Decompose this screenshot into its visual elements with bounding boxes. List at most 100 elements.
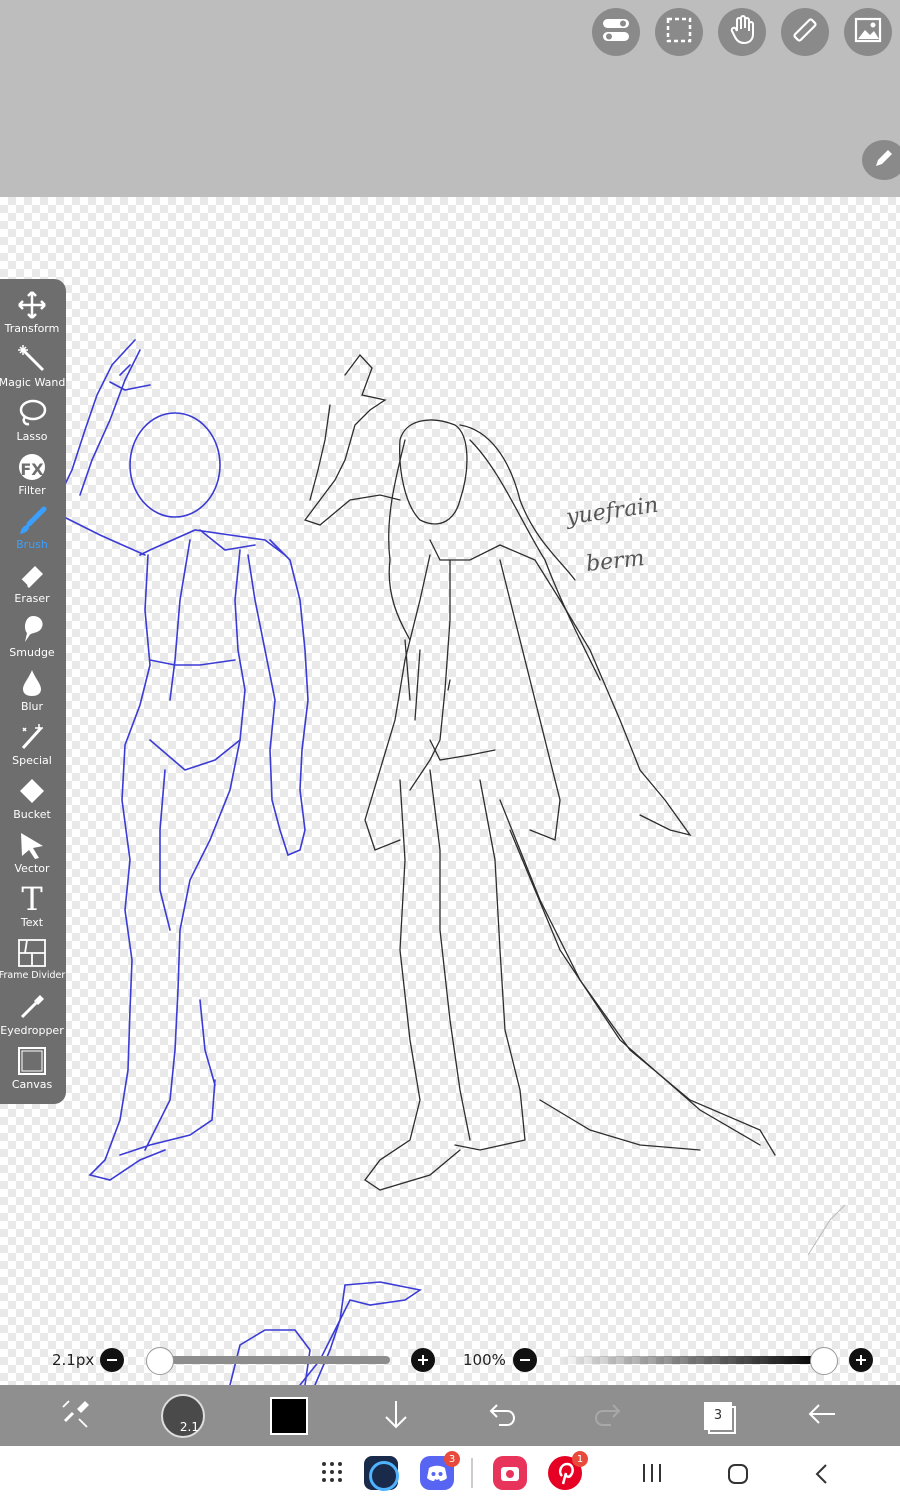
chevron-left-icon [812,1464,832,1490]
tool-canvas[interactable]: Canvas [0,1041,64,1095]
reference-image-button[interactable] [844,8,892,56]
plus-icon [417,1351,429,1370]
tool-magic-wand[interactable]: Magic Wand [0,339,66,393]
camera-app-icon[interactable] [493,1456,527,1490]
drawing-canvas[interactable]: yuefrain berm [0,197,900,1385]
undo-icon [487,1401,517,1431]
tool-label: Brush [16,538,48,551]
tool-label: Vector [14,862,50,875]
selection-button[interactable] [655,8,703,56]
opacity-slider[interactable] [558,1347,838,1375]
undo-button[interactable] [482,1385,522,1446]
tool-label: Magic Wand [0,376,66,389]
hand-icon [728,15,756,49]
pinterest-app-icon[interactable]: 1 [548,1451,588,1490]
redo-button[interactable] [588,1385,628,1446]
layer-count: 3 [704,1401,732,1430]
text-icon: T [21,880,43,918]
home-button[interactable] [726,1462,750,1490]
tool-label: Bucket [13,808,51,821]
tool-label: Blur [20,700,44,713]
recents-icon [640,1464,664,1488]
tool-special[interactable]: Special [0,717,64,771]
quick-swap-button[interactable] [50,1385,100,1446]
notification-badge: 1 [572,1451,588,1467]
character-sketch [303,353,776,1191]
color-swatch [270,1396,308,1435]
brush-size-increase-button[interactable] [411,1348,435,1372]
bucket-icon [16,775,48,807]
tool-lasso[interactable]: Lasso [0,393,64,447]
tool-label: Eyedropper [0,1024,64,1037]
dashed-rect-icon [665,16,693,48]
tool-label: Frame Divider [0,970,66,981]
app-drawer-button[interactable] [320,1460,344,1488]
lasso-icon [16,397,48,429]
tool-vector[interactable]: Vector [0,825,64,879]
brush-size-thumb[interactable] [146,1347,174,1375]
tool-brush[interactable]: Brush [0,501,64,555]
home-icon [726,1464,750,1490]
tool-palette: Transform Magic Wand Lasso Filter Brush … [0,279,66,1104]
opacity-decrease-button[interactable] [513,1348,537,1372]
tool-blur[interactable]: Blur [0,663,64,717]
ibispaint-app-icon[interactable] [364,1456,399,1491]
arrow-down-icon [384,1399,408,1433]
tool-eraser[interactable]: Eraser [0,555,64,609]
eraser-icon [16,559,48,591]
color-button[interactable] [268,1385,310,1446]
tool-label: Eraser [14,592,50,605]
drop-icon [16,667,48,699]
brush-sliders: 2.1px 100% [0,1340,900,1380]
eyedropper-icon [16,991,48,1023]
tool-text[interactable]: T Text [0,879,64,933]
brush-eraser-swap-icon [59,1399,91,1433]
tool-label: Smudge [9,646,55,659]
recents-button[interactable] [640,1462,664,1488]
vector-icon [16,829,48,861]
brush-icon [16,505,48,537]
brush-size-badge: 2.1 [179,1419,199,1434]
ruler-icon [790,15,820,49]
sketch-artwork [54,339,846,1385]
special-icon [16,721,48,753]
blue-figure-sketch [54,339,423,1385]
layers-button[interactable]: 3 [696,1385,740,1446]
back-button[interactable] [802,1385,842,1446]
layers-toggle-button[interactable] [592,8,640,56]
system-back-button[interactable] [812,1462,832,1490]
hand-tool-button[interactable] [718,8,766,56]
system-navigation-bar: 3 1 [0,1446,900,1500]
tool-transform[interactable]: Transform [0,285,64,339]
opacity-thumb[interactable] [810,1347,838,1375]
pencil-icon [873,147,895,173]
tool-bucket[interactable]: Bucket [0,771,64,825]
tool-smudge[interactable]: Smudge [0,609,64,663]
opacity-increase-button[interactable] [849,1348,873,1372]
camera-icon [501,1467,519,1481]
tool-eyedropper[interactable]: Eyedropper [0,987,64,1041]
opacity-value: 100% [463,1351,506,1369]
tool-label: Canvas [11,1078,53,1091]
notification-badge: 3 [444,1451,460,1467]
tool-label: Lasso [16,430,48,443]
tool-filter[interactable]: Filter [0,447,64,501]
tool-label: Filter [18,484,46,497]
brush-size-value: 2.1px [52,1351,95,1369]
top-toolbar [0,0,900,197]
magic-wand-icon [16,343,48,375]
minus-icon [519,1351,531,1370]
brush-size-slider[interactable] [146,1347,390,1375]
discord-app-icon[interactable]: 3 [420,1451,460,1490]
brush-preview: 2.1 [161,1393,205,1438]
pen-pressure-button[interactable] [862,140,900,180]
brush-size-decrease-button[interactable] [100,1348,124,1372]
download-button[interactable] [376,1385,416,1446]
tool-frame-divider[interactable]: Frame Divider [0,933,66,987]
fx-icon [16,451,48,483]
brush-select-button[interactable]: 2.1 [160,1385,206,1446]
canvas-icon [16,1045,48,1077]
plus-icon [855,1351,867,1370]
image-icon [854,17,882,47]
ruler-button[interactable] [781,8,829,56]
